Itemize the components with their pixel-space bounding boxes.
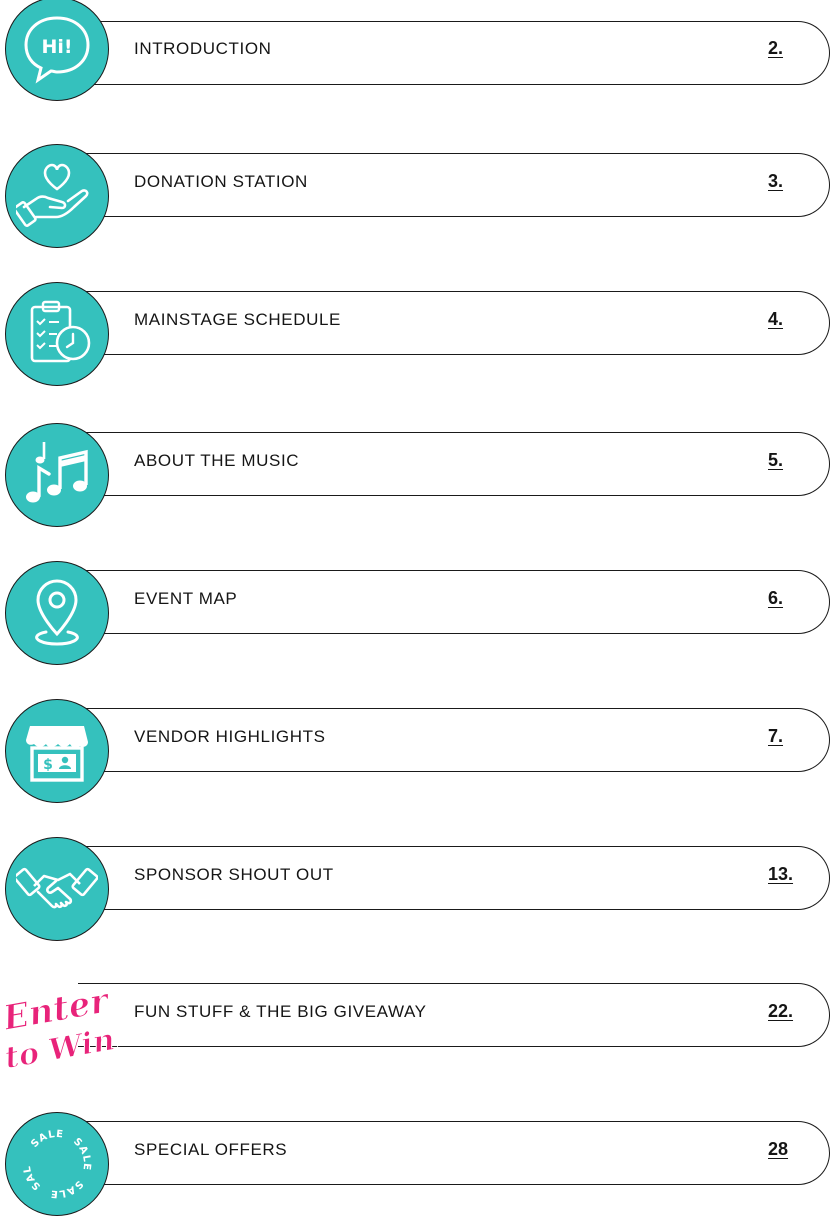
svg-text:SALE: SALE	[16, 1123, 43, 1192]
toc-page-link[interactable]: 7.	[768, 726, 783, 747]
toc-row-special-offers[interactable]: SALE SALE SALE SALE SPECIAL OFFERS 28	[0, 1100, 835, 1216]
hi-text: Hi!	[41, 36, 72, 58]
sale-text-1: SALE	[29, 1129, 63, 1150]
toc-label: DONATION STATION	[134, 172, 308, 191]
toc-row-donation-station[interactable]: DONATION STATION 3.	[0, 132, 835, 248]
toc-page-link[interactable]: 2.	[768, 38, 783, 59]
music-notes-icon	[5, 423, 109, 527]
sale-text-3: SALE	[49, 1178, 83, 1199]
toc-label: VENDOR HIGHLIGHTS	[134, 727, 326, 746]
toc-page-link[interactable]: 28	[768, 1139, 788, 1160]
storefront-icon: $	[5, 699, 109, 803]
toc-page-link[interactable]: 3.	[768, 171, 783, 192]
hi-speech-bubble-icon: Hi!	[5, 0, 109, 101]
toc-row-event-map[interactable]: EVENT MAP 6.	[0, 549, 835, 665]
toc-label: INTRODUCTION	[134, 39, 272, 58]
toc-label: MAINSTAGE SCHEDULE	[134, 310, 341, 329]
sale-text-4: SALE	[16, 1123, 42, 1192]
svg-text:SALE: SALE	[29, 1129, 64, 1150]
toc-page-link[interactable]: 5.	[768, 450, 783, 471]
toc-row-fun-stuff[interactable]: Enter to Win! FUN STUFF & THE BIG GIVEAW…	[0, 962, 835, 1077]
toc-page-link[interactable]: 22.	[768, 1001, 793, 1022]
enter-to-win-icon: Enter to Win!	[0, 974, 131, 1076]
toc-label: FUN STUFF & THE BIG GIVEAWAY	[134, 1002, 427, 1021]
toc-label: EVENT MAP	[134, 589, 238, 608]
toc-page-link[interactable]: 6.	[768, 588, 783, 609]
toc-label: ABOUT THE MUSIC	[134, 451, 300, 470]
toc-page-link[interactable]: 13.	[768, 864, 793, 885]
clipboard-clock-icon	[5, 282, 109, 386]
heart-hand-icon	[5, 144, 109, 248]
sale-badge-icon: SALE SALE SALE SALE	[5, 1112, 109, 1216]
handshake-icon	[5, 837, 109, 941]
toc-row-about-the-music[interactable]: ABOUT THE MUSIC 5.	[0, 411, 835, 527]
svg-text:SALE: SALE	[49, 1178, 84, 1199]
toc-row-introduction[interactable]: Hi! INTRODUCTION 2.	[0, 0, 835, 110]
toc-row-vendor-highlights[interactable]: $ VENDOR HIGHLIGHTS 7.	[0, 687, 835, 803]
toc-row-mainstage-schedule[interactable]: MAINSTAGE SCHEDULE 4.	[0, 270, 835, 386]
toc-page-link[interactable]: 4.	[768, 309, 783, 330]
toc-label: SPONSOR SHOUT OUT	[134, 865, 334, 884]
toc-row-sponsor-shout-out[interactable]: SPONSOR SHOUT OUT 13.	[0, 825, 835, 941]
svg-text:SALE: SALE	[71, 1136, 92, 1171]
svg-text:$: $	[43, 757, 53, 773]
table-of-contents: Hi! INTRODUCTION 2. DONATION STATION 3.	[0, 0, 835, 1216]
sale-text-2: SALE	[71, 1136, 91, 1171]
toc-label: SPECIAL OFFERS	[134, 1140, 288, 1159]
map-pin-icon	[5, 561, 109, 665]
